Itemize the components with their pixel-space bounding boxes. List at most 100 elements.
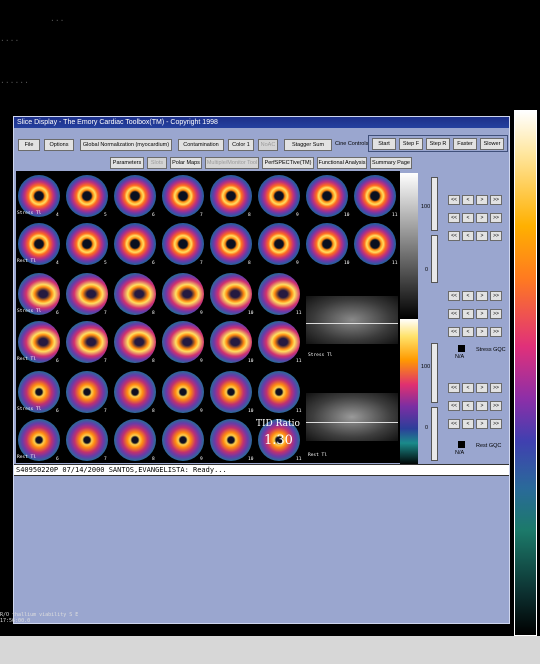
last-button[interactable]: >>: [490, 213, 502, 223]
last-button[interactable]: >>: [490, 419, 502, 429]
faster-button[interactable]: Faster: [453, 138, 477, 150]
first-button[interactable]: <<: [448, 213, 460, 223]
slice-image: [210, 175, 252, 217]
next-button[interactable]: >: [476, 291, 488, 301]
slower-button[interactable]: Slower: [480, 138, 504, 150]
parameters-button[interactable]: Parameters: [110, 157, 144, 169]
slice-number: 7: [104, 359, 107, 364]
first-button[interactable]: <<: [448, 327, 460, 337]
prev-button[interactable]: <: [462, 383, 474, 393]
slice-number: 6: [56, 359, 59, 364]
rest-planar-tag: Rest Tl: [308, 453, 327, 458]
slice-image: [210, 273, 252, 315]
slice-image: [114, 223, 156, 265]
next-button[interactable]: >: [476, 327, 488, 337]
options-button[interactable]: Options: [44, 139, 74, 151]
summary-page-button[interactable]: Summary Page: [370, 157, 412, 169]
next-button[interactable]: >: [476, 195, 488, 205]
slice-number: 10: [344, 213, 350, 218]
slice-number: 4: [56, 261, 59, 266]
rest-gqc-na: N/A: [455, 450, 465, 456]
prev-button[interactable]: <: [462, 213, 474, 223]
last-button[interactable]: >>: [490, 195, 502, 205]
color-scale-bar: [400, 319, 418, 465]
prev-button[interactable]: <: [462, 401, 474, 411]
slots-button[interactable]: Slots: [147, 157, 167, 169]
slice-image: [210, 321, 252, 363]
first-button[interactable]: <<: [448, 383, 460, 393]
slice-image: [258, 273, 300, 315]
slice-number: 11: [392, 213, 398, 218]
last-button[interactable]: >>: [490, 309, 502, 319]
slice-image: [162, 223, 204, 265]
last-button[interactable]: >>: [490, 231, 502, 241]
next-button[interactable]: >: [476, 383, 488, 393]
slice-image: [306, 223, 348, 265]
upper-scale-slider[interactable]: [431, 235, 438, 283]
prev-button[interactable]: <: [462, 309, 474, 319]
color-button[interactable]: Color 1: [228, 139, 254, 151]
lower-scale-slider[interactable]: [431, 343, 438, 403]
prev-button[interactable]: <: [462, 195, 474, 205]
slice-image: [66, 371, 108, 413]
slice-number: 6: [56, 409, 59, 414]
stress-tag: Stress Tl: [17, 211, 42, 216]
first-button[interactable]: <<: [448, 419, 460, 429]
slice-number: 9: [296, 261, 299, 266]
first-button[interactable]: <<: [448, 401, 460, 411]
slice-number: 7: [104, 457, 107, 462]
file-button[interactable]: File: [18, 139, 40, 151]
footer-line2: 17:56:00.0: [0, 618, 31, 624]
slice-number: 9: [200, 359, 203, 364]
last-button[interactable]: >>: [490, 383, 502, 393]
global-normalization-button[interactable]: Global Normalization (myocardium): [80, 139, 172, 151]
prev-button[interactable]: <: [462, 419, 474, 429]
next-button[interactable]: >: [476, 213, 488, 223]
step-reverse-button[interactable]: Step R: [426, 138, 450, 150]
multiple-monitor-button[interactable]: Multiple/Monitor Tool: [205, 157, 259, 169]
gray-scale-bar: [400, 173, 418, 319]
polar-maps-button[interactable]: Polar Maps: [170, 157, 202, 169]
noac-button[interactable]: NoAC: [258, 139, 278, 151]
next-button[interactable]: >: [476, 309, 488, 319]
slice-image: [258, 175, 300, 217]
slice-image: [66, 321, 108, 363]
step-forward-button[interactable]: Step F: [399, 138, 423, 150]
lower-scale-slider[interactable]: [431, 407, 438, 461]
slice-image: [66, 175, 108, 217]
slice-number: 9: [296, 213, 299, 218]
next-button[interactable]: >: [476, 419, 488, 429]
slice-number: 8: [152, 409, 155, 414]
stagger-sum-button[interactable]: Stagger Sum: [284, 139, 332, 151]
stress-gqc-box: [458, 345, 465, 352]
slice-number: 6: [152, 261, 155, 266]
perfspective-button[interactable]: PerfSPECTive(TM): [262, 157, 314, 169]
slice-image: [162, 273, 204, 315]
prev-button[interactable]: <: [462, 231, 474, 241]
last-button[interactable]: >>: [490, 291, 502, 301]
slice-number: 11: [296, 409, 302, 414]
last-button[interactable]: >>: [490, 401, 502, 411]
first-button[interactable]: <<: [448, 195, 460, 205]
stress-planar-tag: Stress Tl: [308, 353, 333, 358]
rest-roi-line: [306, 422, 398, 423]
slice-image: [210, 223, 252, 265]
slice-number: 10: [248, 359, 254, 364]
next-button[interactable]: >: [476, 231, 488, 241]
start-button[interactable]: Start: [372, 138, 396, 150]
slice-number: 6: [56, 457, 59, 462]
prev-button[interactable]: <: [462, 327, 474, 337]
last-button[interactable]: >>: [490, 327, 502, 337]
prev-button[interactable]: <: [462, 291, 474, 301]
contamination-button[interactable]: Contamination: [178, 139, 224, 151]
cine-controls-label: Cine Controls: [335, 141, 369, 147]
first-button[interactable]: <<: [448, 309, 460, 319]
next-button[interactable]: >: [476, 401, 488, 411]
stress-tag: Stress Tl: [17, 407, 42, 412]
upper-scale-slider[interactable]: [431, 177, 438, 231]
first-button[interactable]: <<: [448, 231, 460, 241]
functional-analysis-button[interactable]: Functional Analysis: [317, 157, 367, 169]
rest-tag: Rest Tl: [17, 259, 36, 264]
first-button[interactable]: <<: [448, 291, 460, 301]
slice-image: [354, 223, 396, 265]
